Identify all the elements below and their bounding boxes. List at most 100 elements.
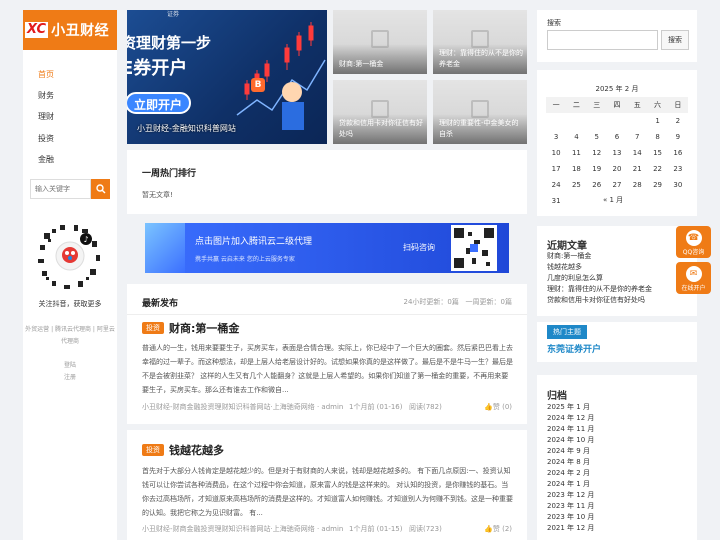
- site-logo[interactable]: XC 小丑财经: [23, 10, 117, 50]
- right-search-input[interactable]: [547, 30, 658, 50]
- nav-wealth[interactable]: 理财: [23, 106, 117, 127]
- calendar-day: 1: [655, 117, 660, 125]
- hot-topic-item[interactable]: 东莞证券开户: [547, 342, 601, 355]
- calendar-day: 24: [551, 181, 561, 189]
- nav-finance[interactable]: 财务: [23, 85, 117, 106]
- douyin-qr-code: ♪: [30, 215, 110, 297]
- calendar-day: 14: [632, 149, 642, 157]
- calendar-day: 27: [612, 181, 622, 189]
- headset-icon: ☎: [685, 230, 702, 246]
- calendar-prev-link[interactable]: « 1 月: [603, 195, 623, 205]
- recent-item[interactable]: 财商:第一桶金: [547, 251, 652, 262]
- nav-home[interactable]: 首页: [23, 64, 117, 85]
- sidebar-search-input[interactable]: [30, 179, 91, 199]
- sidebar-search-button[interactable]: [91, 179, 110, 199]
- post-meta[interactable]: 小丑财经-财商金融投资理财知识科普网站·上海驰奇网络 · admin: [142, 402, 343, 412]
- archive-item[interactable]: 2024 年 1 月: [547, 479, 594, 490]
- calendar-weekday: 一: [546, 97, 567, 113]
- thumb-post-4[interactable]: 理财的重要性-中金美女的自杀: [433, 80, 527, 144]
- register-link[interactable]: 注册: [23, 372, 117, 384]
- archive-item[interactable]: 2024 年 12 月: [547, 413, 594, 424]
- qq-consult-button[interactable]: ☎ QQ咨询: [676, 226, 711, 258]
- calendar-day: [566, 193, 586, 209]
- archive-item[interactable]: 2024 年 10 月: [547, 435, 594, 446]
- thumb-title: 财商:第一桶金: [339, 60, 384, 68]
- archive-item[interactable]: 2024 年 11 月: [547, 424, 594, 435]
- calendar-weekday: 二: [566, 97, 587, 113]
- latest-title: 最新发布: [142, 299, 179, 309]
- post-tag[interactable]: 投资: [142, 444, 164, 456]
- post-card: 投资 钱越花越多 首先对于大部分人钱肯定是越花越少的。但是对于有财商的人来说，钱…: [127, 430, 527, 540]
- recent-item[interactable]: 理财：靠得住的从不是你的养老金: [547, 284, 652, 295]
- calendar-day: 5: [594, 133, 599, 141]
- post-excerpt: 普通人的一生，钱用来要要生子，买房买车，表面是合情合理。实际上，你已经中了一个巨…: [142, 344, 513, 394]
- post-like-button[interactable]: 👍赞 (0): [484, 402, 512, 412]
- qq-consult-label: QQ咨询: [682, 249, 705, 256]
- nav-invest[interactable]: 投资: [23, 128, 117, 149]
- right-search-label: 搜索: [547, 19, 561, 27]
- footer-links[interactable]: 外贸运营 | 腾讯云代理商 | 阿里云代理商: [23, 324, 117, 348]
- archive-list: 2025 年 1 月 2024 年 12 月 2024 年 11 月 2024 …: [547, 402, 594, 534]
- archive-item[interactable]: 2023 年 11 月: [547, 501, 594, 512]
- post-likes: 赞 (2): [492, 525, 512, 533]
- calendar-day: 2: [675, 117, 681, 125]
- post-likes: 赞 (0): [492, 403, 512, 411]
- archive-item[interactable]: 2024 年 2 月: [547, 468, 594, 479]
- archive-item[interactable]: 2023 年 10 月: [547, 512, 594, 523]
- calendar-day: 23: [673, 165, 683, 173]
- thumb-title: 理财的重要性-中金美女的自杀: [439, 119, 519, 138]
- hot-topic-label: 热门主题: [547, 325, 587, 339]
- thumb-post-1[interactable]: 财商:第一桶金: [333, 10, 427, 74]
- nav-banking[interactable]: 金融: [23, 149, 117, 170]
- archive-item[interactable]: 2025 年 1 月: [547, 402, 594, 413]
- archive-item[interactable]: 2024 年 8 月: [547, 457, 594, 468]
- archive-item[interactable]: 2021 年 12 月: [547, 523, 594, 534]
- calendar-day: 10: [551, 149, 561, 157]
- post-title[interactable]: 财商:第一桶金: [169, 320, 239, 336]
- online-account-button[interactable]: ✉ 在线开户: [676, 262, 711, 294]
- calendar-caption: 2025 年 2 月: [595, 85, 639, 93]
- post-tag[interactable]: 投资: [142, 322, 164, 334]
- thumb-title: 理财：靠得住的从不是你的养老金: [439, 49, 523, 68]
- archive-item[interactable]: 2023 年 12 月: [547, 490, 594, 501]
- calendar-day: 26: [592, 181, 602, 189]
- recent-item[interactable]: 几度的利息怎么算: [547, 273, 652, 284]
- hero-line2: E券开户: [127, 58, 188, 79]
- post-views: 阅读(782): [409, 403, 442, 411]
- post-meta[interactable]: 小丑财经-财商金融投资理财知识科普网站·上海驰奇网络 · admin: [142, 524, 343, 534]
- hero-open-account-button[interactable]: 立即开户: [127, 92, 191, 114]
- post-title[interactable]: 钱越花越多: [169, 442, 224, 458]
- thumb-title: 贷款和信用卡对你征信有好处吗: [339, 119, 423, 138]
- calendar-day: 22: [653, 165, 662, 173]
- calendar-weekday: 六: [647, 97, 668, 113]
- recent-item[interactable]: 钱越花越多: [547, 262, 652, 273]
- recent-list: 财商:第一桶金 钱越花越多 几度的利息怎么算 理财：靠得住的从不是你的养老金 贷…: [547, 251, 652, 306]
- qr-caption: 关注抖音，获取更多: [38, 300, 102, 308]
- calendar-day: 19: [592, 165, 602, 173]
- calendar-day: 15: [653, 149, 662, 157]
- tencent-cloud-ad[interactable]: 点击图片加入腾讯云二级代理 携手共赢 云启未来 您的上云服务专家 扫码咨询: [145, 223, 509, 273]
- divider: [127, 314, 527, 315]
- ad-decoration: [145, 223, 185, 273]
- hero-topmark: 证券: [167, 11, 180, 18]
- calendar-day: [627, 113, 647, 129]
- calendar-day: 17: [551, 165, 561, 173]
- archive-item[interactable]: 2024 年 9 月: [547, 446, 594, 457]
- post-like-button[interactable]: 👍赞 (2): [484, 524, 512, 534]
- right-search-button[interactable]: 搜索: [661, 30, 689, 50]
- calendar-day: 31: [551, 197, 561, 205]
- recent-item[interactable]: 贷款和信用卡对你征信有好处吗: [547, 295, 652, 306]
- recent-title: 近期文章: [547, 241, 587, 252]
- hero-banner[interactable]: 证券 资理财第一步 E券开户 B 立即开户 小丑财经-金融知识科普网站: [127, 10, 327, 144]
- weekly-hot-empty: 暂无文章!: [142, 191, 173, 199]
- login-link[interactable]: 登陆: [23, 360, 117, 372]
- calendar-day: 3: [553, 133, 559, 141]
- calendar-day: 13: [612, 149, 622, 157]
- thumb-post-3[interactable]: 贷款和信用卡对你征信有好处吗: [333, 80, 427, 144]
- thumb-post-2[interactable]: 理财：靠得住的从不是你的养老金: [433, 10, 527, 74]
- logo-name: 小丑财经: [51, 23, 110, 39]
- latest-stats: 24小时更新：0篇 一周更新：0篇: [403, 298, 513, 306]
- wechat-icon: ✉: [685, 266, 702, 282]
- calendar-day: [647, 193, 667, 209]
- ad-qr-code: [451, 225, 497, 271]
